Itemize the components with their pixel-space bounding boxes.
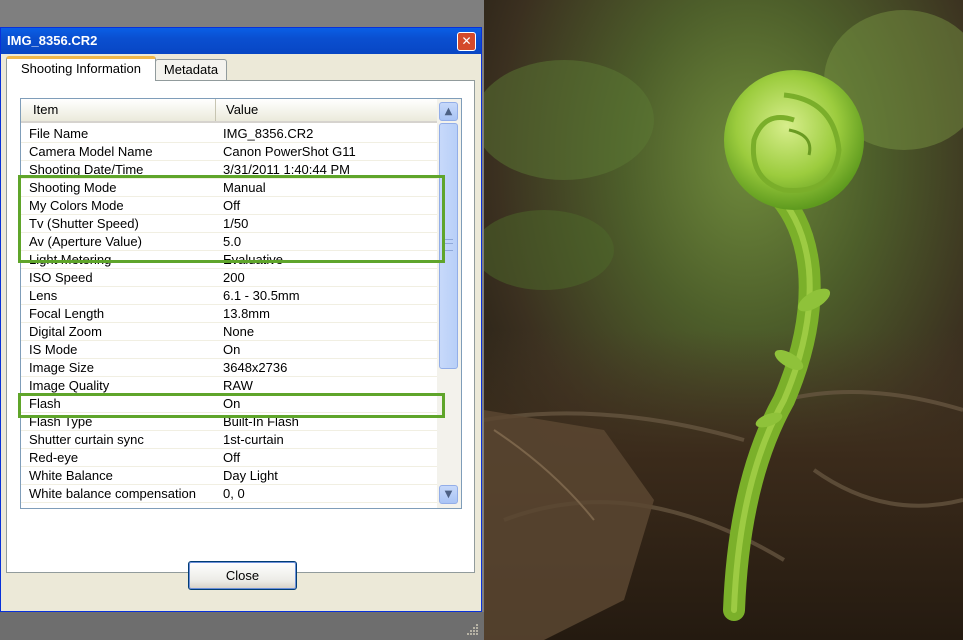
item-name: Digital Zoom bbox=[29, 324, 102, 339]
close-icon[interactable]: ✕ bbox=[457, 32, 476, 51]
item-name: ISO Speed bbox=[29, 270, 93, 285]
window-title: IMG_8356.CR2 bbox=[7, 33, 98, 48]
tab-shooting-information[interactable]: Shooting Information bbox=[6, 56, 156, 81]
list-item[interactable]: Focal Length 13.8mm bbox=[21, 305, 437, 323]
list-item[interactable]: File Name IMG_8356.CR2 bbox=[21, 125, 437, 143]
item-name: Shutter curtain sync bbox=[29, 432, 144, 447]
fern-photo bbox=[484, 0, 963, 640]
title-bar[interactable]: IMG_8356.CR2 ✕ bbox=[1, 28, 481, 54]
list-header: Item Value bbox=[21, 99, 437, 123]
tab-metadata[interactable]: Metadata bbox=[155, 59, 227, 81]
resize-grip-icon[interactable] bbox=[467, 623, 479, 635]
list-item[interactable]: White Balance Day Light bbox=[21, 467, 437, 485]
item-name: Image Size bbox=[29, 360, 95, 375]
close-button[interactable]: Close bbox=[188, 561, 297, 590]
vertical-scrollbar[interactable]: ▲ ▼ bbox=[437, 99, 461, 508]
item-name: Focal Length bbox=[29, 306, 105, 321]
item-value: Off bbox=[223, 450, 241, 465]
desktop-bottom-strip bbox=[0, 612, 484, 640]
list-item[interactable]: ISO Speed 200 bbox=[21, 269, 437, 287]
column-header-item[interactable]: Item bbox=[21, 99, 216, 121]
highlight-box-flash bbox=[18, 393, 445, 418]
list-item[interactable]: Lens 6.1 - 30.5mm bbox=[21, 287, 437, 305]
list-item[interactable]: White balance compensation 0, 0 bbox=[21, 485, 437, 503]
item-value: On bbox=[223, 342, 241, 357]
tab-label: Metadata bbox=[163, 62, 219, 77]
list-item[interactable]: Image Size 3648x2736 bbox=[21, 359, 437, 377]
scroll-up-icon[interactable]: ▲ bbox=[439, 102, 458, 121]
item-value: 0, 0 bbox=[223, 486, 245, 501]
item-name: File Name bbox=[29, 126, 89, 141]
item-value: None bbox=[223, 324, 255, 339]
item-name: White balance compensation bbox=[29, 486, 196, 501]
item-name: White Balance bbox=[29, 468, 113, 483]
shooting-info-list[interactable]: Item Value File Name IMG_8356.CR2 Camera M… bbox=[20, 98, 462, 509]
scroll-down-icon[interactable]: ▼ bbox=[439, 485, 458, 504]
list-item[interactable]: Red-eye Off bbox=[21, 449, 437, 467]
scroll-grip-icon bbox=[445, 239, 453, 251]
list-item[interactable]: Shutter curtain sync 1st-curtain bbox=[21, 431, 437, 449]
item-name: IS Mode bbox=[29, 342, 78, 357]
column-header-value[interactable]: Value bbox=[216, 99, 437, 121]
item-value: Day Light bbox=[223, 468, 278, 483]
tab-label: Shooting Information bbox=[21, 61, 141, 76]
item-name: Red-eye bbox=[29, 450, 79, 465]
item-value: 200 bbox=[223, 270, 245, 285]
item-value: 6.1 - 30.5mm bbox=[223, 288, 300, 303]
item-value: 1st-curtain bbox=[223, 432, 284, 447]
highlight-box-exposure bbox=[18, 175, 445, 263]
item-value: IMG_8356.CR2 bbox=[223, 126, 314, 141]
list-item[interactable]: IS Mode On bbox=[21, 341, 437, 359]
item-value: 13.8mm bbox=[223, 306, 270, 321]
item-name: Camera Model Name bbox=[29, 144, 153, 159]
item-value: Canon PowerShot G11 bbox=[223, 144, 356, 159]
list-item[interactable]: Digital Zoom None bbox=[21, 323, 437, 341]
item-name: Lens bbox=[29, 288, 58, 303]
list-item[interactable]: Camera Model Name Canon PowerShot G11 bbox=[21, 143, 437, 161]
item-value: 3648x2736 bbox=[223, 360, 288, 375]
